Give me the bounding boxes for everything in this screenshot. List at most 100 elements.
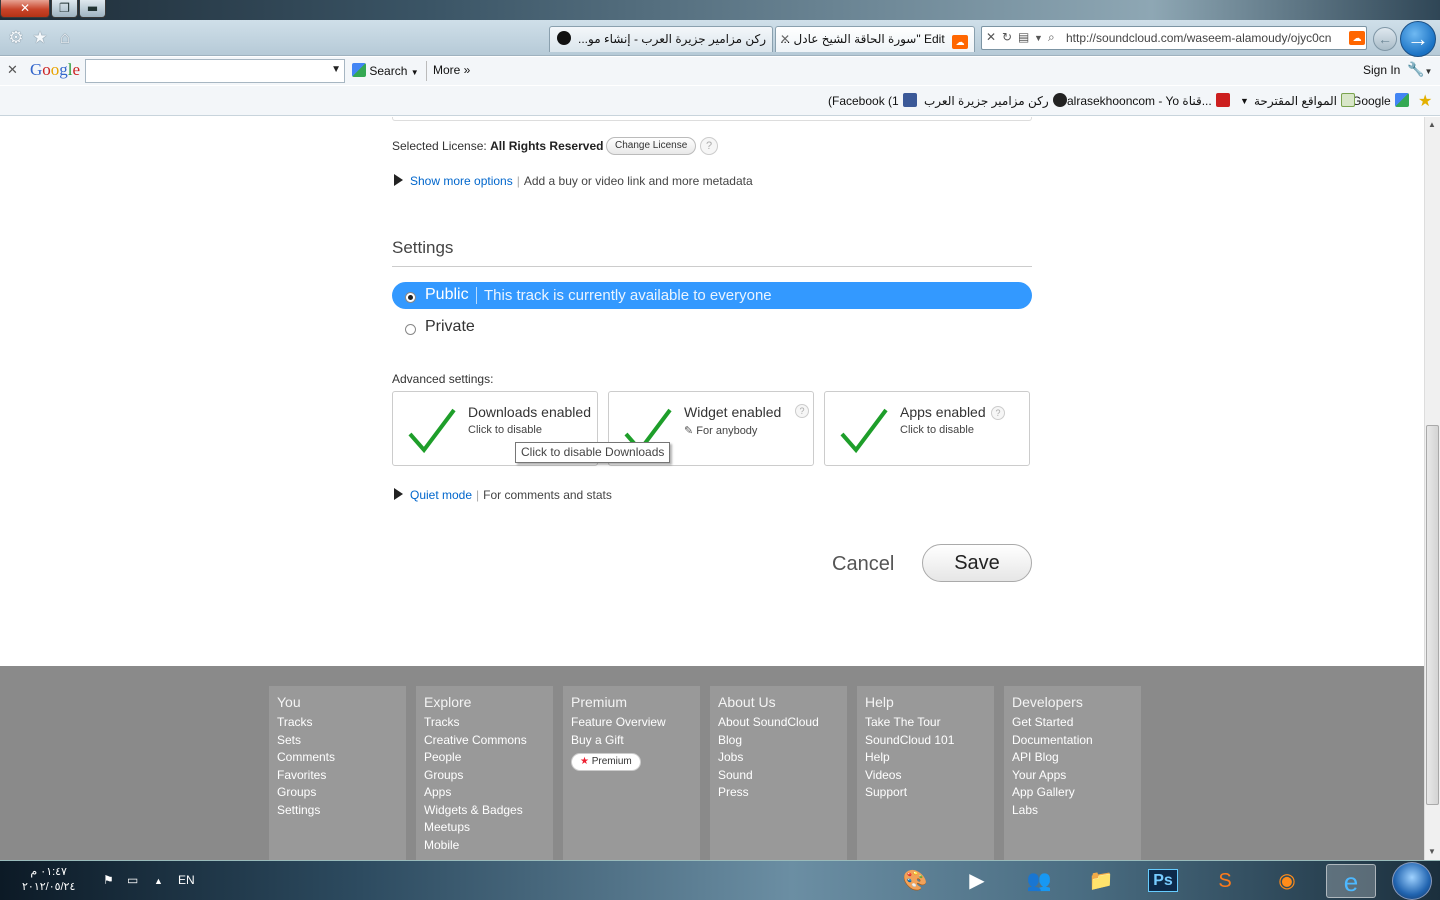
file-explorer-icon[interactable]: 📁 <box>1076 864 1126 898</box>
google-more-button[interactable]: More » <box>433 63 470 77</box>
favorites-star-icon[interactable]: ★ <box>30 28 50 48</box>
network-icon[interactable]: ▭ <box>127 873 138 887</box>
browser-tab-active[interactable]: ☁ Edit "سورة الحاقة الشيخ عادل ... ✕ <box>775 26 975 52</box>
apps-toggle[interactable]: Apps enabled Click to disable ? <box>824 391 1030 466</box>
footer-link[interactable]: Take The Tour <box>865 714 986 732</box>
tools-gear-icon[interactable]: ⚙ <box>6 28 26 48</box>
private-label[interactable]: Private <box>425 318 475 336</box>
favorite-item-google[interactable]: Google <box>1352 93 1409 108</box>
search-history-dropdown-icon[interactable]: ▼ <box>331 64 341 75</box>
footer-link[interactable]: Comments <box>277 749 398 767</box>
footer-link[interactable]: Tracks <box>424 714 545 732</box>
footer-link[interactable]: Sets <box>277 732 398 750</box>
premium-badge[interactable]: ★ Premium <box>571 753 641 771</box>
footer-link[interactable]: Support <box>865 784 986 802</box>
firefox-icon[interactable]: ◉ <box>1262 864 1312 898</box>
expand-triangle-icon[interactable] <box>394 174 403 186</box>
cancel-button[interactable]: Cancel <box>832 553 894 576</box>
start-button[interactable] <box>1392 862 1432 900</box>
license-help-icon[interactable]: ? <box>700 137 718 155</box>
footer-link[interactable]: People <box>424 749 545 767</box>
widget-help-icon[interactable]: ? <box>795 404 809 418</box>
footer-link[interactable]: Feature Overview <box>571 714 692 732</box>
footer-link[interactable]: Groups <box>277 784 398 802</box>
window-minimize-button[interactable]: ▬ <box>79 0 106 18</box>
messenger-icon[interactable]: 👥 <box>1014 864 1064 898</box>
expand-triangle-icon[interactable] <box>394 488 403 500</box>
photoshop-icon[interactable]: Ps <box>1138 864 1188 898</box>
footer-link[interactable]: Jobs <box>718 749 839 767</box>
save-button[interactable]: Save <box>922 544 1032 582</box>
show-more-options-link[interactable]: Show more options <box>410 174 513 188</box>
favorite-item-forum[interactable]: رکن مزامیر جزیرة العرب <box>924 93 1067 108</box>
taskbar-clock[interactable]: ٠١:٤٧ م ٢٠١٢/٠٥/٢٤ <box>22 865 75 895</box>
tab-close-icon[interactable]: ✕ <box>780 27 790 51</box>
footer-link[interactable]: SoundCloud 101 <box>865 732 986 750</box>
footer-link[interactable]: Press <box>718 784 839 802</box>
address-search-icon[interactable]: ⌕ <box>1048 30 1055 45</box>
quiet-mode-link[interactable]: Quiet mode <box>410 488 472 502</box>
footer-link[interactable]: Get Started <box>1012 714 1133 732</box>
google-search-button[interactable]: Search ▼ <box>352 63 419 78</box>
google-search-input[interactable]: ▼ <box>85 59 345 83</box>
favorite-item-facebook[interactable]: (Facebook (1 <box>828 93 917 108</box>
footer-link[interactable]: Blog <box>718 732 839 750</box>
footer-link[interactable]: Tracks <box>277 714 398 732</box>
private-radio[interactable] <box>405 324 416 335</box>
footer-link[interactable]: Groups <box>424 767 545 785</box>
address-dropdown-icon[interactable]: ▼ <box>1034 33 1043 43</box>
google-signin-link[interactable]: Sign In <box>1363 63 1400 77</box>
google-more-label: More <box>433 63 461 77</box>
change-license-button[interactable]: Change License <box>606 137 697 155</box>
footer-link[interactable]: Sound <box>718 767 839 785</box>
add-favorite-star-icon[interactable]: ★ <box>1418 91 1432 111</box>
footer-link[interactable]: Creative Commons <box>424 732 545 750</box>
footer-link[interactable]: API Blog <box>1012 749 1133 767</box>
footer-link[interactable]: About SoundCloud <box>718 714 839 732</box>
internet-explorer-icon[interactable]: e <box>1326 864 1376 898</box>
footer-link[interactable]: Documentation <box>1012 732 1133 750</box>
footer-link[interactable]: Buy a Gift <box>571 732 692 750</box>
footer-link[interactable]: App Gallery <box>1012 784 1133 802</box>
scroll-up-icon[interactable]: ▲ <box>1428 120 1436 129</box>
show-hidden-icons-icon[interactable]: ▲ <box>154 876 163 886</box>
footer-link[interactable]: Videos <box>865 767 986 785</box>
page-scrollbar[interactable]: ▲ ▼ <box>1424 117 1440 860</box>
public-radio[interactable] <box>405 292 416 303</box>
sothink-icon[interactable]: S <box>1200 864 1250 898</box>
apps-help-icon[interactable]: ? <box>991 406 1005 420</box>
forward-button[interactable]: → <box>1400 21 1436 57</box>
scroll-thumb[interactable] <box>1426 425 1439 805</box>
address-bar[interactable]: ✕ ↻ ▤ ▼ ⌕ http://soundcloud.com/waseem-a… <box>981 26 1367 50</box>
footer-link[interactable]: Settings <box>277 802 398 820</box>
refresh-icon[interactable]: ↻ <box>1002 30 1012 44</box>
window-restore-button[interactable]: ❐ <box>51 0 78 18</box>
home-icon[interactable]: ⌂ <box>55 28 75 48</box>
footer-link[interactable]: Favorites <box>277 767 398 785</box>
footer-link[interactable]: Meetups <box>424 819 545 837</box>
wrench-icon[interactable]: 🔧▼ <box>1407 61 1432 78</box>
action-center-flag-icon[interactable]: ⚑ <box>103 873 114 887</box>
footer-link[interactable]: Your Apps <box>1012 767 1133 785</box>
language-indicator[interactable]: EN <box>178 873 195 887</box>
paint-icon[interactable]: 🎨 <box>890 864 940 898</box>
window-close-button[interactable]: ✕ <box>0 0 50 18</box>
browser-tab[interactable]: رکن مزامیر جزیرة العرب - إنشاء مو... <box>549 26 773 52</box>
footer-link[interactable]: Mobile <box>424 837 545 855</box>
back-button[interactable]: ← <box>1373 27 1397 51</box>
footer-link[interactable]: Apps <box>424 784 545 802</box>
favorite-item-suggested[interactable]: المواقع المقترحة <box>1254 93 1356 108</box>
site-footer: You Tracks Sets Comments Favorites Group… <box>0 666 1424 860</box>
footer-col-you: You Tracks Sets Comments Favorites Group… <box>269 686 406 860</box>
compat-view-icon[interactable]: ▤ <box>1018 30 1029 44</box>
stop-icon[interactable]: ✕ <box>986 30 996 44</box>
footer-link[interactable]: Labs <box>1012 802 1133 820</box>
favorite-item-youtube[interactable]: alrasekhooncom - Yo قناة... <box>1067 93 1230 108</box>
visibility-public-option[interactable]: Public This track is currently available… <box>392 282 1032 309</box>
toolbar-close-icon[interactable]: ✕ <box>7 62 18 78</box>
suggested-dropdown-icon[interactable]: ▼ <box>1240 96 1249 106</box>
scroll-down-icon[interactable]: ▼ <box>1428 847 1436 856</box>
footer-link[interactable]: Widgets & Badges <box>424 802 545 820</box>
media-player-icon[interactable]: ▶ <box>952 864 1002 898</box>
footer-link[interactable]: Help <box>865 749 986 767</box>
